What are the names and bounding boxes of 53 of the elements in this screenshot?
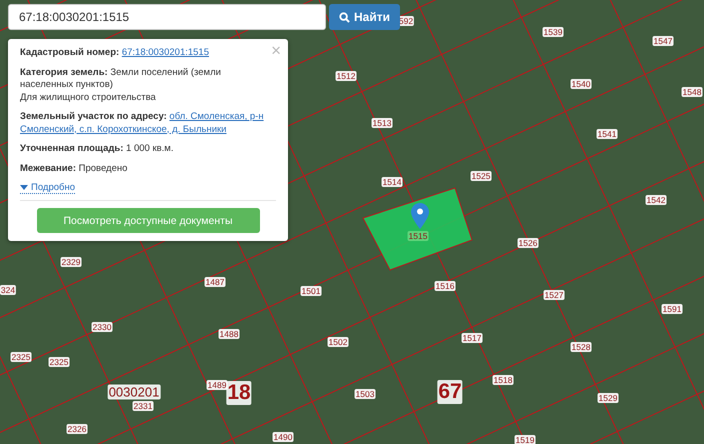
parcel-number-label: 1502 bbox=[328, 337, 348, 347]
parcel-number-label: 1539 bbox=[542, 27, 564, 37]
details-link[interactable]: Подробно bbox=[20, 182, 75, 194]
parcel-number-label: 1525 bbox=[470, 171, 492, 181]
field-text: Земельный участок по адресу: обл. Смоленская, р-н Смоленский, с.п. Корохоткинское, д. Быльники bbox=[20, 111, 264, 134]
selected-parcel[interactable] bbox=[362, 187, 473, 271]
parcel-number-label: 1516 bbox=[434, 281, 456, 291]
cadastral-area-label: 18 bbox=[226, 381, 252, 405]
field-link[interactable]: 67:18:0030201:1515 bbox=[122, 47, 209, 58]
parcel-number-label: 1518 bbox=[492, 375, 514, 385]
parcel-number-label: 324 bbox=[0, 285, 16, 295]
parcel-number-label: 1501 bbox=[300, 286, 322, 296]
cadastral-area-label: 0030201 bbox=[108, 384, 160, 400]
parcel-number-label: 1548 bbox=[682, 87, 702, 97]
satellite-map[interactable] bbox=[0, 0, 704, 444]
parcel-number-label: 2331 bbox=[132, 401, 154, 411]
parcel-number-label: 1540 bbox=[570, 79, 592, 89]
search-icon bbox=[339, 12, 350, 22]
parcel-number-label: 1529 bbox=[598, 393, 618, 403]
field-link[interactable]: обл. Смоленская, р-н bbox=[169, 111, 264, 122]
field-text: Кадастровый номер: 67:18:0030201:1515 bbox=[20, 47, 209, 58]
parcel-number-label: 2329 bbox=[60, 257, 82, 267]
parcel-number-label: 1515 bbox=[408, 231, 428, 241]
map-pin-icon bbox=[411, 203, 429, 229]
parcel-number-label: 1519 bbox=[514, 435, 536, 444]
field-text: Межевание: Проведено bbox=[20, 162, 128, 174]
parcel-number-label: 1487 bbox=[204, 277, 226, 287]
field-text: Категория земель: Земли поселений (земли населенных пунктов) Для жилищного строительства bbox=[20, 66, 221, 102]
parcel-number-label: 1541 bbox=[596, 129, 618, 139]
cadastral-area-label: 67 bbox=[437, 380, 463, 404]
parcel-number-label: 1528 bbox=[570, 342, 592, 352]
parcel-number-label: 1514 bbox=[382, 177, 402, 187]
parcel-number-label: 1526 bbox=[518, 238, 538, 248]
parcel-number-label: 1488 bbox=[218, 329, 240, 339]
parcel-number-label: 1527 bbox=[544, 290, 564, 300]
parcel-number-label: 1512 bbox=[336, 71, 356, 81]
field-link[interactable]: Смоленский, с.п. Корохоткинское, д. Быльники bbox=[20, 124, 226, 134]
field-text: Уточненная площадь: 1 000 кв.м. bbox=[20, 143, 174, 154]
parcel-number-label: 1490 bbox=[272, 432, 294, 442]
parcel-number-label: 1591 bbox=[662, 304, 682, 314]
parcel-number-label: 1547 bbox=[652, 36, 674, 46]
parcel-number-label: 1513 bbox=[372, 118, 392, 128]
search-button[interactable]: Найти bbox=[329, 4, 400, 30]
parcel-number-label: 1542 bbox=[646, 195, 666, 205]
parcel-number-label: 2325 bbox=[48, 357, 70, 367]
parcel-number-label: 2330 bbox=[92, 322, 112, 332]
caret-icon bbox=[20, 185, 28, 190]
parcel-number-label: 1489 bbox=[206, 380, 228, 390]
search-field[interactable]: 67:18:0030201:1515 bbox=[8, 4, 326, 30]
parcel-number-label: 1517 bbox=[462, 333, 482, 343]
parcel-number-label: 2325 bbox=[10, 352, 32, 362]
parcel-number-label: 2326 bbox=[66, 424, 88, 434]
parcel-number-label: 1503 bbox=[354, 389, 376, 399]
